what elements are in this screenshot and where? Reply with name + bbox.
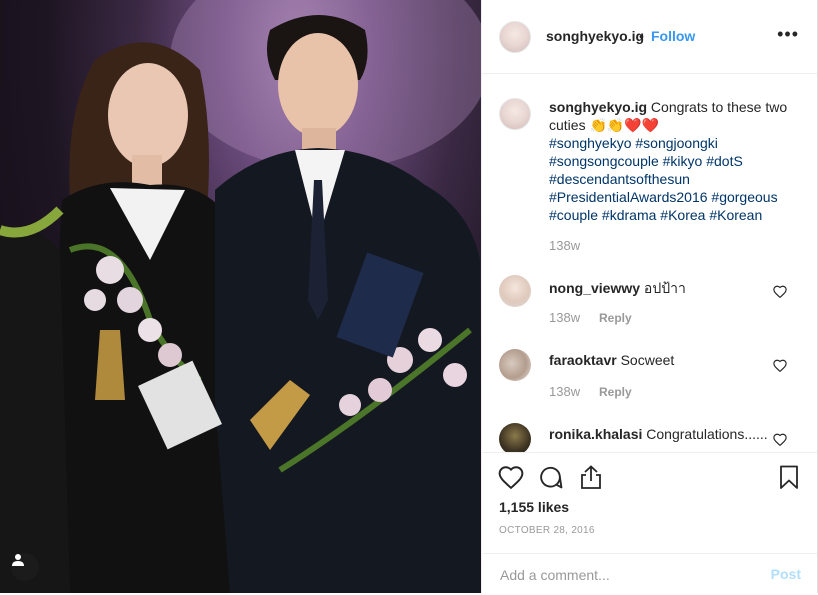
comment-text: อปป้าา	[643, 280, 686, 296]
comment-item: nong_viewwy อปป้าา	[549, 278, 686, 300]
likes-count[interactable]: 1,155 likes	[499, 499, 569, 515]
bookmark-icon[interactable]	[779, 465, 799, 490]
reply-button[interactable]: Reply	[599, 311, 632, 325]
user-tag-button[interactable]	[11, 553, 39, 581]
comment-username[interactable]: faraoktavr	[549, 352, 617, 368]
comment-composer: Post	[482, 553, 817, 595]
comment-like-heart-icon[interactable]	[773, 359, 787, 372]
comment-icon[interactable]	[538, 465, 563, 490]
post-comment-button[interactable]: Post	[771, 566, 801, 582]
photo-illustration	[0, 0, 481, 593]
post-side-panel: songhyekyo.ig • Follow ••• songhyekyo.ig…	[481, 0, 818, 593]
comment-text: Socweet	[620, 352, 675, 368]
comment-like-heart-icon[interactable]	[773, 285, 787, 298]
post-actions: 1,155 likes OCTOBER 28, 2016 Post	[482, 452, 817, 594]
caption-hashtags[interactable]: #songhyekyo #songjoongki #songsongcouple…	[549, 135, 778, 223]
comment-text: Congratulations......	[646, 426, 768, 442]
comment-item: faraoktavr Socweet	[549, 352, 674, 368]
comment-time[interactable]: 138w	[549, 310, 580, 325]
comments-list[interactable]: songhyekyo.ig Congrats to these two cuti…	[482, 74, 817, 452]
more-options-icon[interactable]: •••	[777, 24, 799, 45]
author-username[interactable]: songhyekyo.ig	[546, 28, 644, 44]
comment-avatar[interactable]	[499, 349, 531, 381]
comment-item: ronika.khalasi Congratulations......	[549, 426, 768, 442]
share-icon[interactable]	[580, 465, 602, 490]
comment-time[interactable]: 138w	[549, 384, 580, 399]
post-date[interactable]: OCTOBER 28, 2016	[499, 525, 595, 536]
user-tag-icon	[12, 554, 24, 566]
follow-button[interactable]: Follow	[651, 28, 695, 44]
caption-username[interactable]: songhyekyo.ig	[549, 99, 647, 115]
author-avatar[interactable]	[499, 21, 531, 53]
caption: songhyekyo.ig Congrats to these two cuti…	[549, 98, 799, 224]
add-comment-input[interactable]	[498, 564, 752, 586]
heart-icon[interactable]	[498, 465, 524, 489]
post-photo[interactable]	[0, 0, 481, 593]
header-separator: •	[639, 28, 644, 44]
caption-avatar[interactable]	[499, 98, 531, 130]
reply-button[interactable]: Reply	[599, 385, 632, 399]
comment-username[interactable]: nong_viewwy	[549, 280, 640, 296]
post-header: songhyekyo.ig • Follow •••	[482, 0, 817, 74]
comment-avatar[interactable]	[499, 423, 531, 452]
comment-like-heart-icon[interactable]	[773, 433, 787, 446]
comment-avatar[interactable]	[499, 275, 531, 307]
caption-time[interactable]: 138w	[549, 238, 580, 253]
comment-username[interactable]: ronika.khalasi	[549, 426, 642, 442]
instagram-post-modal: songhyekyo.ig • Follow ••• songhyekyo.ig…	[0, 0, 818, 593]
